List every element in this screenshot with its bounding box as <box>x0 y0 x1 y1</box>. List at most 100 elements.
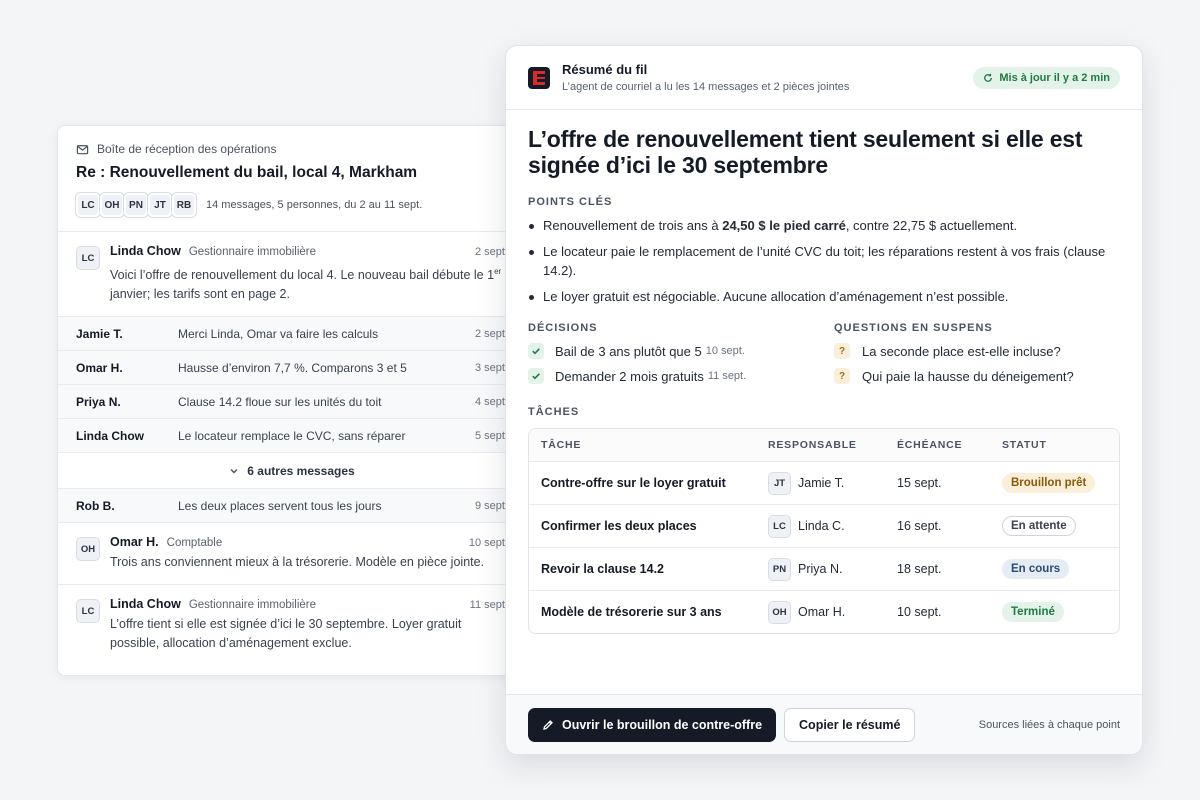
task-due: 15 sept. <box>897 476 942 490</box>
status-badge[interactable]: Brouillon prêt <box>1002 473 1096 493</box>
task-name: Revoir la clause 14.2 <box>541 562 664 576</box>
question-item[interactable]: ? La seconde place est-elle incluse? <box>834 343 1120 359</box>
thread-meta: 14 messages, 5 personnes, du 2 au 11 sep… <box>206 199 423 211</box>
avatar: LC <box>76 246 100 270</box>
task-name: Modèle de trésorerie sur 3 ans <box>541 605 722 619</box>
collapsed-snippet: Merci Linda, Omar va faire les calculs <box>178 326 379 341</box>
message-sender: Linda Chow <box>110 244 181 258</box>
column-header-owner[interactable]: RESPONSABLE <box>768 439 897 451</box>
collapsed-date: 5 sept. <box>474 429 508 442</box>
open-counteroffer-draft-button[interactable]: Ouvrir le brouillon de contre-offre <box>528 707 777 742</box>
participant-avatar[interactable]: RB <box>172 193 196 217</box>
message-role: Comptable <box>166 537 223 550</box>
key-point[interactable]: Le locateur paie le remplacement de l’un… <box>528 242 1120 280</box>
decision-item[interactable]: Demander 2 mois gratuits 11 sept. <box>528 368 834 384</box>
thread-subject: Re : Renouvellement du bail, local 4, Ma… <box>76 164 418 181</box>
table-row[interactable]: Contre-offre sur le loyer gratuit JT Jam… <box>529 461 1119 504</box>
task-owner: LC Linda C. <box>768 514 897 538</box>
status-badge[interactable]: En attente <box>1002 516 1076 536</box>
task-name: Contre-offre sur le loyer gratuit <box>541 476 726 490</box>
collapsed-message-row[interactable]: Omar H. Hausse d’environ 7,7 %. Comparon… <box>58 351 526 386</box>
avatar: LC <box>768 514 791 538</box>
inbox-label-text: Boîte de réception des opérations <box>97 142 277 156</box>
collapsed-sender: Jamie T. <box>76 326 123 341</box>
collapsed-message-row[interactable]: Linda Chow Le locateur remplace le CVC, … <box>58 419 526 454</box>
participant-avatar[interactable]: LC <box>76 193 100 217</box>
message-item[interactable]: LC Linda Chow Gestionnaire immobilière 2… <box>58 232 526 318</box>
summary-subtitle: L’agent de courriel a lu les 14 messages… <box>562 81 850 93</box>
collapsed-date: 4 sept. <box>474 395 508 408</box>
message-date: 2 sept. <box>474 246 508 258</box>
thread-summary-panel: Résumé du fil L’agent de courriel a lu l… <box>505 45 1143 755</box>
column-header-status[interactable]: STATUT <box>1002 439 1107 451</box>
column-header-task[interactable]: TÂCHE <box>541 439 768 451</box>
collapsed-snippet: Le locateur remplace le CVC, sans répare… <box>178 428 406 443</box>
tasks-table: TÂCHE RESPONSABLE ÉCHÉANCE STATUT Contre… <box>528 428 1120 634</box>
avatar: OH <box>768 600 791 624</box>
table-row[interactable]: Confirmer les deux places LC Linda C. 16… <box>529 504 1119 547</box>
collapsed-snippet: Clause 14.2 floue sur les unités du toit <box>178 394 382 409</box>
collapsed-message-row[interactable]: Rob B. Les deux places servent tous les … <box>58 489 526 524</box>
expand-more-messages[interactable]: 6 autres messages <box>58 453 526 490</box>
pencil-icon <box>543 719 553 730</box>
participant-avatar[interactable]: PN <box>124 193 148 217</box>
question-text: Qui paie la hausse du déneigement? <box>862 368 1074 384</box>
collapsed-sender: Priya N. <box>76 394 121 409</box>
avatar: LC <box>76 599 100 624</box>
mail-icon <box>76 144 89 154</box>
decision-text: Demander 2 mois gratuits <box>555 368 704 384</box>
collapsed-date: 3 sept. <box>474 361 508 374</box>
check-icon <box>532 373 540 380</box>
participant-avatar[interactable]: JT <box>148 193 172 217</box>
avatar: OH <box>76 537 100 562</box>
owner-name: Priya N. <box>798 562 843 576</box>
open-questions-section: QUESTIONS EN SUSPENS ? La seconde place … <box>834 322 1120 384</box>
task-owner: JT Jamie T. <box>768 471 897 495</box>
summary-footer: Ouvrir le brouillon de contre-offre Copi… <box>506 694 1142 754</box>
message-text: L’offre tient si elle est signée d’ici l… <box>110 617 462 651</box>
task-due: 18 sept. <box>897 562 942 576</box>
task-owner: OH Omar H. <box>768 600 897 624</box>
updated-badge[interactable]: Mis à jour il y a 2 min <box>973 66 1120 89</box>
column-header-due[interactable]: ÉCHÉANCE <box>897 439 1002 451</box>
summary-headline: L’offre de renouvellement tient seulemen… <box>528 126 1083 178</box>
participants-row: LC OH PN JT RB 14 messages, 5 personnes,… <box>76 193 508 217</box>
status-badge[interactable]: En cours <box>1002 559 1070 579</box>
inbox-label[interactable]: Boîte de réception des opérations <box>76 142 508 156</box>
message-item[interactable]: LC Linda Chow Gestionnaire immobilière 1… <box>58 585 526 665</box>
question-text: La seconde place est-elle incluse? <box>862 343 1061 359</box>
collapsed-snippet: Hausse d’environ 7,7 %. Comparons 3 et 5 <box>178 360 407 375</box>
message-item[interactable]: OH Omar H. Comptable 10 sept. Trois ans … <box>58 523 526 586</box>
message-role: Gestionnaire immobilière <box>188 246 317 258</box>
status-badge[interactable]: Terminé <box>1002 602 1064 622</box>
question-item[interactable]: ? Qui paie la hausse du déneigement? <box>834 368 1120 384</box>
collapsed-sender: Linda Chow <box>76 428 144 443</box>
participant-avatar[interactable]: OH <box>100 193 124 217</box>
brand-logo <box>528 66 550 89</box>
avatar: JT <box>768 471 791 495</box>
table-row[interactable]: Modèle de trésorerie sur 3 ans OH Omar H… <box>529 590 1119 633</box>
task-owner: PN Priya N. <box>768 557 897 581</box>
primary-button-label: Ouvrir le brouillon de contre-offre <box>562 717 763 732</box>
table-row[interactable]: Revoir la clause 14.2 PN Priya N. 18 sep… <box>529 547 1119 590</box>
decision-date: 10 sept. <box>705 345 745 357</box>
message-text: Trois ans conviennent mieux à la trésore… <box>110 555 485 570</box>
owner-name: Linda C. <box>798 519 845 533</box>
decision-item[interactable]: Bail de 3 ans plutôt que 5 10 sept. <box>528 343 834 359</box>
avatar: PN <box>768 557 791 581</box>
message-role: Gestionnaire immobilière <box>188 599 317 612</box>
updated-text: Mis à jour il y a 2 min <box>999 71 1110 84</box>
message-date: 10 sept. <box>468 537 508 550</box>
collapsed-sender: Rob B. <box>76 498 115 513</box>
collapsed-message-row[interactable]: Jamie T. Merci Linda, Omar va faire les … <box>58 317 526 352</box>
key-point[interactable]: Le loyer gratuit est négociable. Aucune … <box>528 287 1120 306</box>
message-date: 11 sept. <box>469 599 508 612</box>
message-sender: Omar H. <box>110 535 159 550</box>
task-due: 10 sept. <box>897 605 942 619</box>
collapsed-message-row[interactable]: Priya N. Clause 14.2 floue sur les unité… <box>58 385 526 420</box>
key-point[interactable]: Renouvellement de trois ans à 24,50 $ le… <box>528 216 1120 235</box>
check-icon <box>532 348 540 355</box>
copy-summary-button[interactable]: Copier le résumé <box>784 707 916 742</box>
collapsed-date: 2 sept. <box>474 327 508 340</box>
collapsed-snippet: Les deux places servent tous les jours <box>178 498 382 513</box>
